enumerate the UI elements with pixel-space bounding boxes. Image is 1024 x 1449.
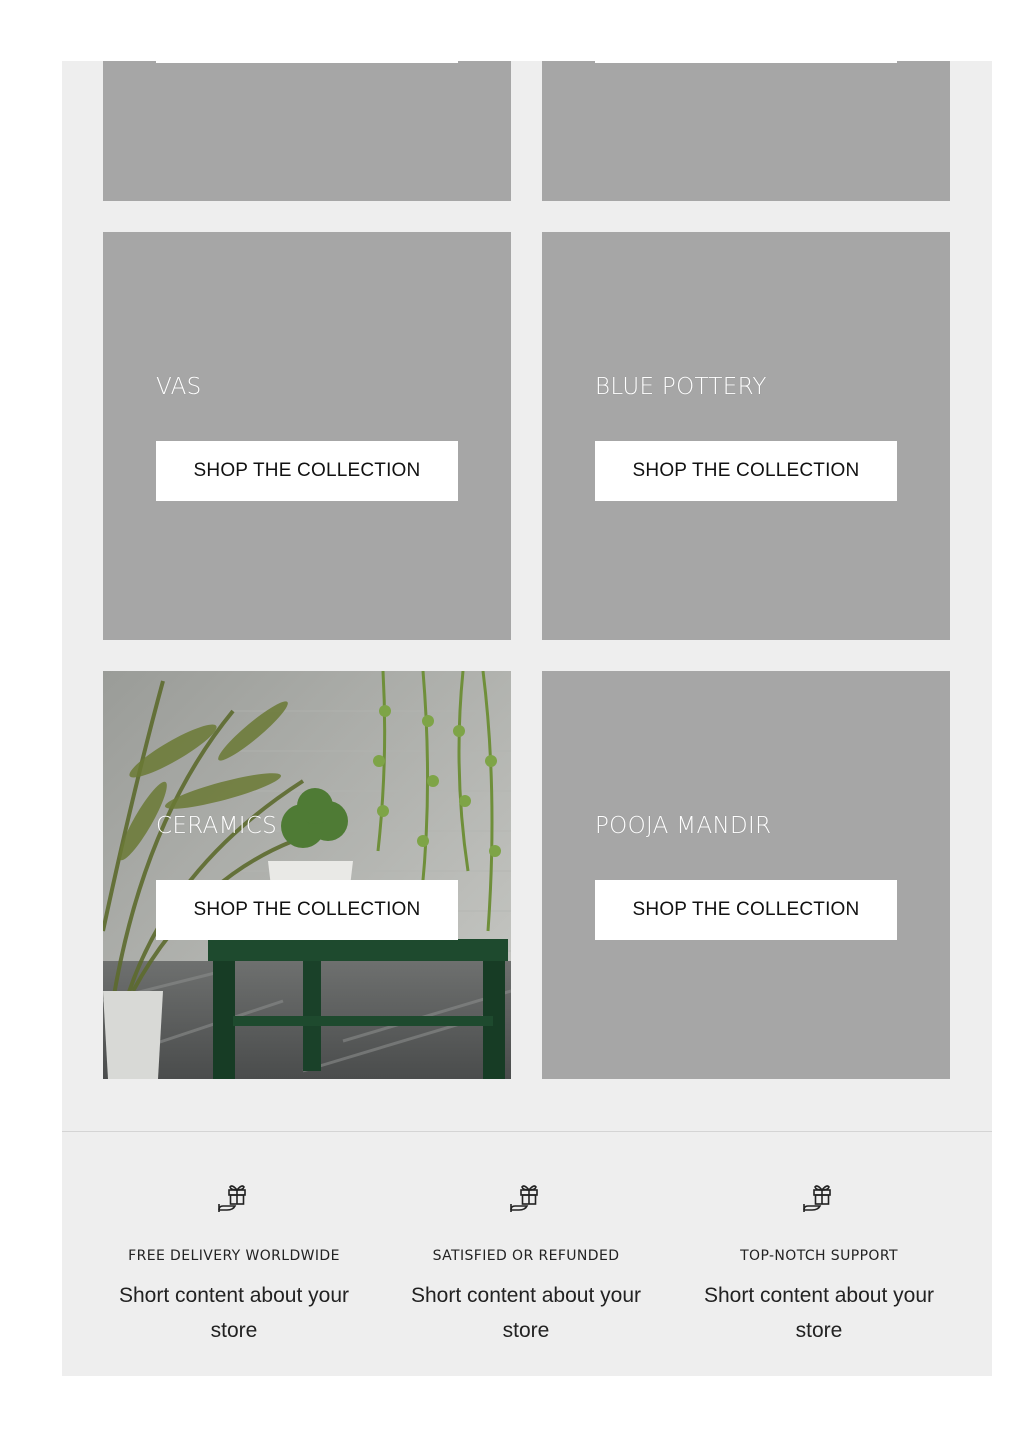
feature-satisfied-refunded: SATISFIED OR REFUNDED Short content abou… <box>386 1180 666 1348</box>
feature-description: Short content about your store <box>119 1284 349 1342</box>
collection-title: POOJA MANDIR <box>595 813 772 839</box>
collection-tile-pooja-mandir[interactable]: POOJA MANDIR SHOP THE COLLECTION <box>542 671 950 1079</box>
shop-collection-button[interactable]: SHOP THE COLLECTION <box>595 880 897 940</box>
collection-tile-ceramics[interactable]: CERAMICS SHOP THE COLLECTION <box>103 671 511 1079</box>
feature-description: Short content about your store <box>411 1284 641 1342</box>
feature-free-delivery: FREE DELIVERY WORLDWIDE Short content ab… <box>94 1180 374 1348</box>
shop-collection-button[interactable]: SHOP THE COLLECTION <box>595 441 897 501</box>
shop-collection-button[interactable]: SHOP THE COLLECTION <box>156 880 458 940</box>
collection-tile-2[interactable] <box>542 43 950 201</box>
collection-title: CERAMICS <box>156 813 278 839</box>
gift-hand-icon <box>218 1185 246 1212</box>
gift-hand-icon <box>510 1185 538 1212</box>
feature-title: TOP-NOTCH SUPPORT <box>740 1248 898 1264</box>
section-divider <box>62 1131 992 1132</box>
collection-tile-vas[interactable]: VAS SHOP THE COLLECTION <box>103 232 511 640</box>
collection-title: BLUE POTTERY <box>595 374 767 400</box>
collection-tile-blue-pottery[interactable]: BLUE POTTERY SHOP THE COLLECTION <box>542 232 950 640</box>
collection-title: VAS <box>156 374 202 400</box>
collection-tile-1[interactable] <box>103 43 511 201</box>
shop-collection-button-partial[interactable] <box>595 43 897 63</box>
ceramics-collection-image <box>103 671 511 1079</box>
feature-description: Short content about your store <box>704 1284 934 1342</box>
shop-collection-button[interactable]: SHOP THE COLLECTION <box>156 441 458 501</box>
shop-collection-button-partial[interactable] <box>156 43 458 63</box>
feature-title: FREE DELIVERY WORLDWIDE <box>128 1248 340 1264</box>
feature-title: SATISFIED OR REFUNDED <box>432 1248 620 1264</box>
gift-hand-icon <box>803 1185 831 1212</box>
feature-top-notch-support: TOP-NOTCH SUPPORT Short content about yo… <box>679 1180 959 1348</box>
